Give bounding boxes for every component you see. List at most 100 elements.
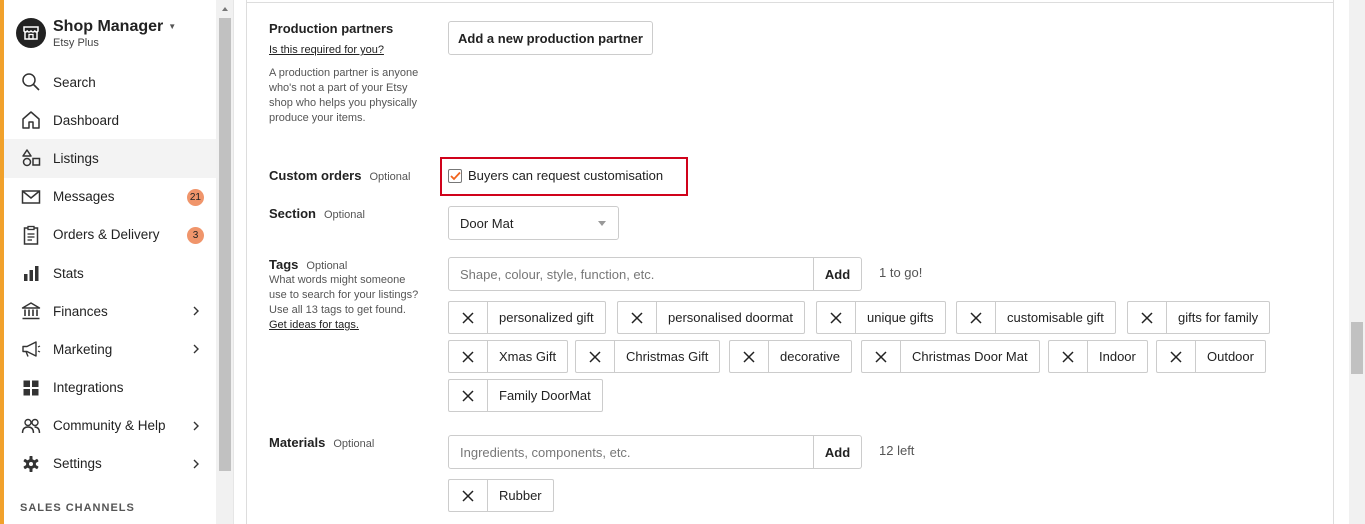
sidebar-item-label: Messages: [53, 189, 115, 205]
tags-remaining-counter: 1 to go!: [879, 265, 923, 280]
remove-tag-close-icon[interactable]: [817, 302, 856, 333]
remove-material-close-icon[interactable]: [449, 480, 488, 511]
optional-tag: Optional: [306, 260, 348, 272]
tag-label: Family DoorMat: [499, 388, 591, 403]
section-selected-value: Door Mat: [460, 215, 514, 231]
panel-border: [1333, 0, 1334, 524]
remove-tag-close-icon[interactable]: [576, 341, 615, 372]
custom-orders-checkbox-label[interactable]: Buyers can request customisation: [468, 168, 663, 183]
grid-icon: [20, 377, 42, 399]
tags-input[interactable]: Shape, colour, style, function, etc.: [448, 257, 814, 291]
search-icon: [20, 71, 42, 93]
sidebar-item-label: Settings: [53, 456, 102, 472]
add-tag-button[interactable]: Add: [814, 257, 862, 291]
remove-tag-close-icon[interactable]: [1128, 302, 1167, 333]
tag-label: gifts for family: [1178, 310, 1259, 325]
shop-manager-switcher[interactable]: Shop Manager ▼ Etsy Plus: [16, 17, 176, 49]
sidebar-item-community-help[interactable]: Community & Help: [4, 407, 216, 445]
tag-chip: unique gifts: [816, 301, 946, 334]
sidebar-item-settings[interactable]: Settings: [4, 445, 216, 483]
remove-tag-close-icon[interactable]: [957, 302, 996, 333]
remove-tag-close-icon[interactable]: [449, 302, 488, 333]
scroll-up-arrow-icon[interactable]: [219, 3, 231, 15]
sidebar-item-integrations[interactable]: Integrations: [4, 369, 216, 407]
tag-label: personalised doormat: [668, 310, 794, 325]
custom-orders-checkbox[interactable]: [448, 169, 462, 183]
production-partner-help-text: A production partner is anyone who's not…: [269, 67, 419, 124]
page-scrollbar[interactable]: [1349, 0, 1365, 524]
sidebar-item-finances[interactable]: Finances: [4, 292, 216, 330]
sidebar-item-search[interactable]: Search: [4, 63, 216, 101]
tag-label: Xmas Gift: [499, 349, 557, 364]
sidebar-item-stats[interactable]: Stats: [4, 254, 216, 292]
mail-icon: [20, 186, 42, 208]
custom-orders-label: Custom orders Optional: [269, 168, 411, 183]
tag-ideas-link[interactable]: Get ideas for tags.: [269, 319, 359, 331]
tag-chip: Family DoorMat: [448, 379, 603, 412]
tag-chip: personalized gift: [448, 301, 606, 334]
checkmark-icon: [449, 171, 461, 181]
sidebar-item-listings[interactable]: Listings: [4, 139, 216, 178]
megaphone-icon: [20, 338, 42, 360]
sidebar-item-label: Community & Help: [53, 418, 166, 434]
tags-label: Tags Optional: [269, 257, 348, 272]
sidebar-item-dashboard[interactable]: Dashboard: [4, 101, 216, 139]
chevron-right-icon: [190, 303, 202, 319]
tag-label: decorative: [780, 349, 840, 364]
brand-title: Shop Manager: [53, 18, 164, 35]
chevron-right-icon: [190, 341, 202, 357]
tag-chip: Xmas Gift: [448, 340, 569, 373]
tag-label: customisable gift: [1007, 310, 1104, 325]
tag-label: Indoor: [1099, 349, 1136, 364]
tag-label: Christmas Gift: [626, 349, 709, 364]
sidebar-item-label: Orders & Delivery: [53, 227, 160, 243]
sidebar-item-label: Search: [53, 74, 96, 90]
tag-label: personalized gift: [499, 310, 594, 325]
production-partners-label: Production partners: [269, 21, 394, 36]
remove-tag-close-icon[interactable]: [730, 341, 769, 372]
remove-tag-close-icon[interactable]: [449, 380, 488, 411]
materials-input[interactable]: Ingredients, components, etc.: [448, 435, 814, 469]
brand-subtitle: Etsy Plus: [53, 37, 99, 49]
people-icon: [20, 415, 42, 437]
sidebar-item-label: Integrations: [53, 380, 124, 396]
remove-tag-close-icon[interactable]: [618, 302, 657, 333]
remove-tag-close-icon[interactable]: [449, 341, 488, 372]
sidebar-item-marketing[interactable]: Marketing: [4, 330, 216, 368]
remove-tag-close-icon[interactable]: [1049, 341, 1088, 372]
sidebar-item-orders[interactable]: Orders & Delivery 3: [4, 216, 216, 254]
tag-chip: Indoor: [1048, 340, 1148, 373]
add-production-partner-button[interactable]: Add a new production partner: [448, 21, 653, 55]
sidebar-divider: [233, 0, 234, 524]
section-select[interactable]: Door Mat: [448, 206, 619, 240]
sidebar-item-label: Dashboard: [53, 112, 120, 128]
add-material-button[interactable]: Add: [814, 435, 862, 469]
orders-count-badge: 3: [187, 226, 204, 244]
required-help-link[interactable]: Is this required for you?: [269, 43, 421, 58]
tag-chip: customisable gift: [956, 301, 1116, 334]
remove-tag-close-icon[interactable]: [1157, 341, 1196, 372]
tag-label: Outdoor: [1207, 349, 1254, 364]
remove-tag-close-icon[interactable]: [862, 341, 901, 372]
tag-chip: Christmas Door Mat: [861, 340, 1040, 373]
sidebar-item-label: Finances: [53, 303, 108, 319]
optional-tag: Optional: [323, 209, 365, 221]
sidebar-item-label: Marketing: [53, 341, 113, 357]
chevron-right-icon: [190, 456, 202, 472]
materials-remaining-counter: 12 left: [879, 443, 915, 458]
sidebar-scrollbar-thumb[interactable]: [219, 18, 231, 471]
sidebar-item-messages[interactable]: Messages 21: [4, 178, 216, 216]
sidebar: Shop Manager ▼ Etsy Plus Search Dashboard…: [4, 0, 216, 524]
tag-chip: Outdoor: [1156, 340, 1266, 373]
sidebar-item-label: Listings: [53, 150, 99, 166]
tag-label: unique gifts: [867, 310, 934, 325]
optional-tag: Optional: [333, 438, 375, 450]
sidebar-item-label: Stats: [53, 265, 84, 281]
page-scrollbar-thumb[interactable]: [1351, 322, 1363, 374]
home-icon: [20, 109, 42, 131]
tag-chip: Christmas Gift: [575, 340, 721, 373]
bar-chart-icon: [20, 262, 42, 284]
clipboard-icon: [20, 224, 42, 246]
tag-label: Christmas Door Mat: [912, 349, 1028, 364]
gear-icon: [20, 453, 42, 475]
